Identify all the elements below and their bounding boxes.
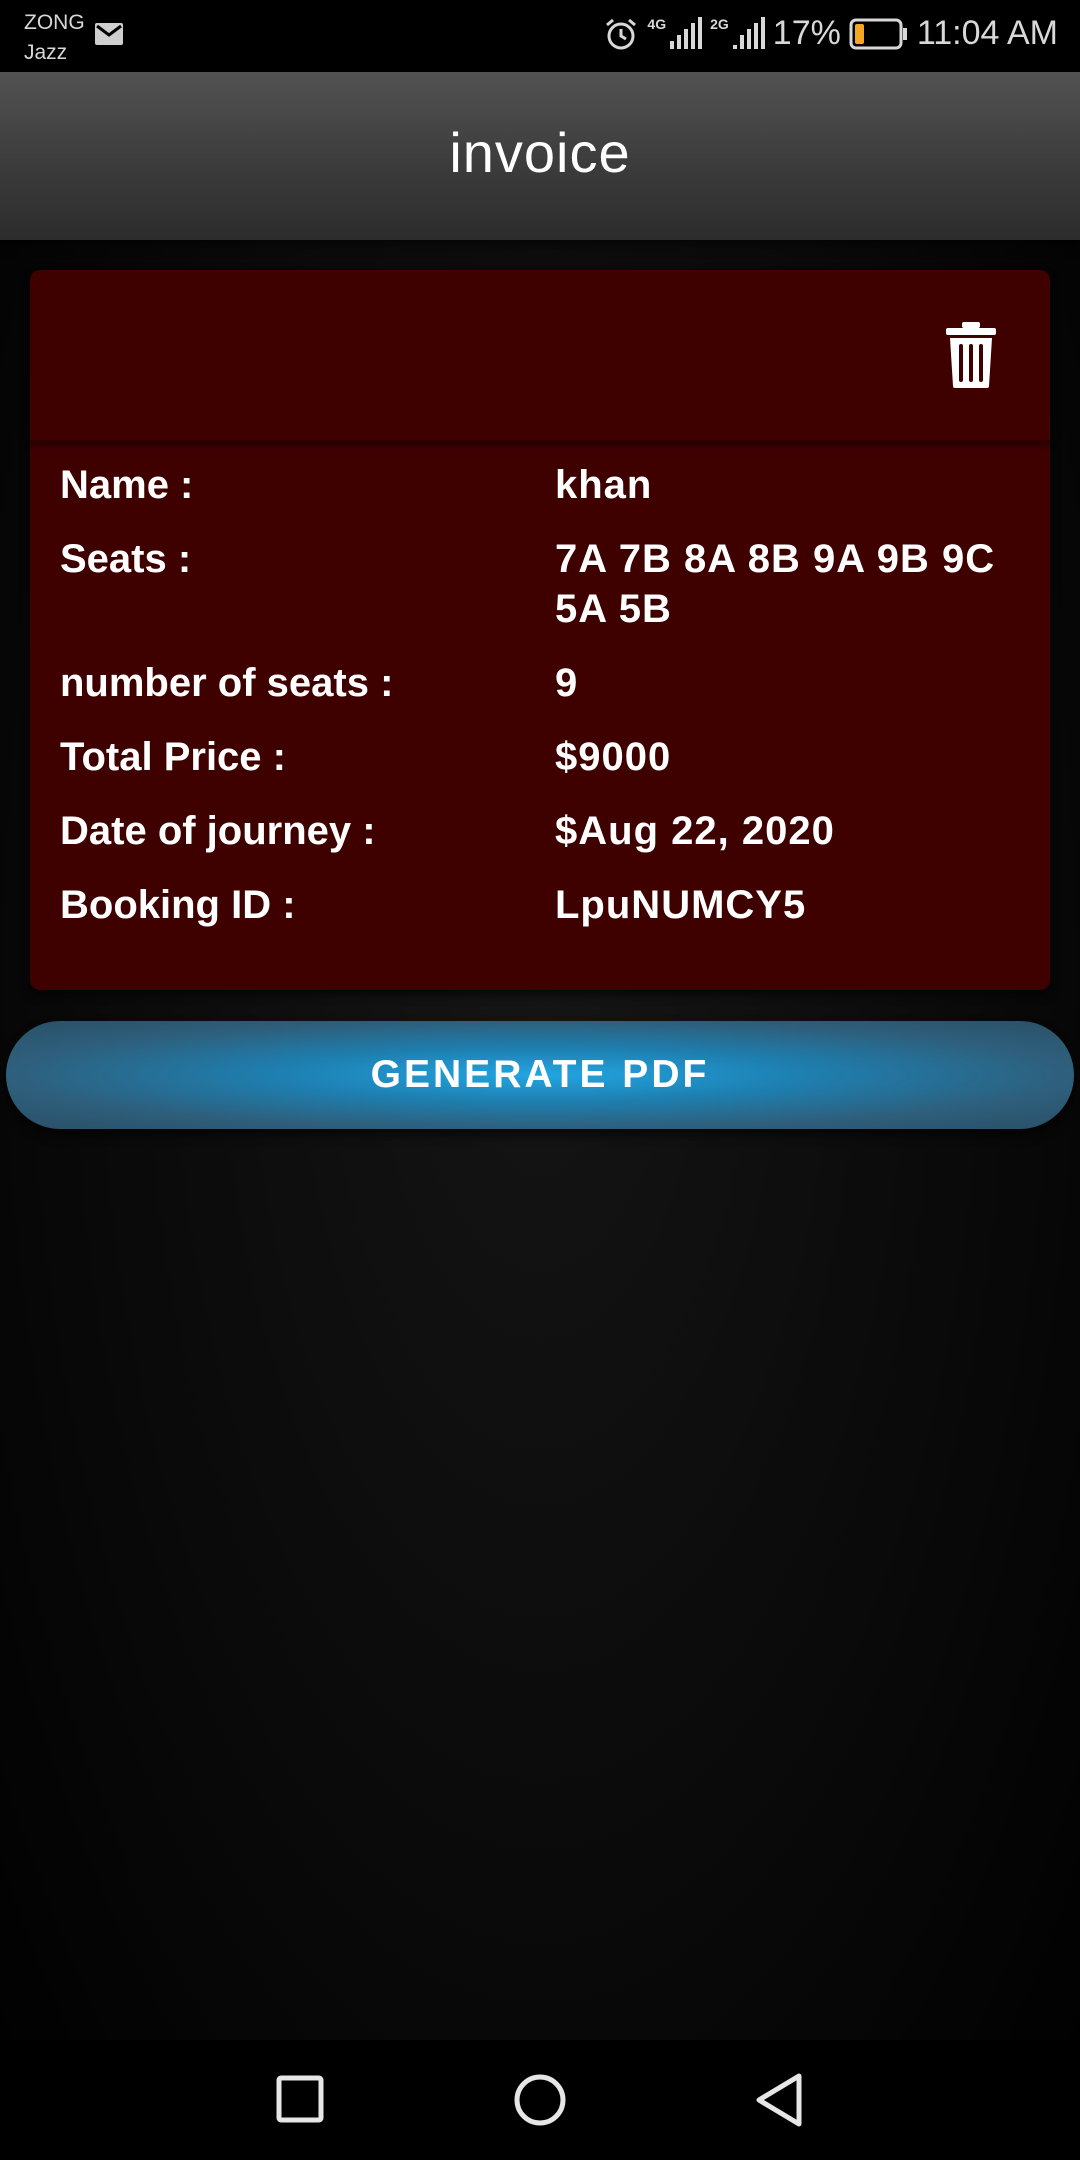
delete-button[interactable] — [944, 320, 998, 390]
seat-count-value: 9 — [555, 661, 579, 705]
system-nav-bar — [0, 2040, 1080, 2160]
seat-count-label: number of seats : — [60, 661, 394, 705]
status-bar: ZONG Jazz 4G 2G 17% 11:04 AM — [0, 0, 1080, 72]
mail-icon — [95, 23, 123, 45]
booking-id-value: LpuNUMCY5 — [555, 883, 807, 927]
clock: 11:04 AM — [916, 14, 1058, 52]
recents-icon[interactable] — [276, 2070, 324, 2130]
generate-pdf-label: GENERATE PDF — [370, 1053, 710, 1096]
detail-row-journey-date: Date of journey : $Aug 22, 2020 — [60, 806, 1020, 856]
app-bar: invoice — [0, 72, 1080, 240]
back-icon[interactable] — [754, 2070, 804, 2130]
trash-icon — [946, 322, 996, 388]
invoice-card: Name : khan Seats : 7A 7B 8A 8B 9A 9B 9C… — [30, 270, 1050, 990]
home-icon[interactable] — [512, 2070, 568, 2130]
battery-percent: 17% — [772, 14, 841, 52]
generate-pdf-button[interactable]: GENERATE PDF — [6, 1021, 1074, 1129]
carrier-secondary: Jazz — [24, 41, 68, 64]
network-type-2: 2G — [710, 15, 729, 32]
carrier-info: ZONG Jazz — [24, 8, 85, 68]
detail-row-booking-id: Booking ID : LpuNUMCY5 — [60, 880, 1020, 930]
total-price-value: $9000 — [555, 735, 672, 779]
seats-value: 7A 7B 8A 8B 9A 9B 9C 5A 5B — [555, 537, 996, 631]
journey-date-value: $Aug 22, 2020 — [555, 809, 835, 853]
alarm-icon — [606, 18, 637, 49]
name-value: khan — [555, 463, 653, 507]
network-type-1: 4G — [647, 15, 667, 32]
detail-row-total-price: Total Price : $9000 — [60, 732, 1020, 782]
total-price-label: Total Price : — [60, 735, 286, 779]
detail-row-seat-count: number of seats : 9 — [60, 658, 1020, 708]
seats-label: Seats : — [60, 537, 192, 581]
booking-id-label: Booking ID : — [60, 883, 296, 927]
detail-row-name: Name : khan — [60, 460, 1020, 510]
invoice-details: Name : khan Seats : 7A 7B 8A 8B 9A 9B 9C… — [60, 460, 1020, 954]
signal-icon — [670, 16, 703, 49]
page-title: invoice — [449, 121, 631, 184]
battery-icon — [849, 18, 907, 49]
name-label: Name : — [60, 463, 194, 507]
carrier-primary: ZONG — [24, 11, 85, 34]
status-indicators: 4G 2G 17% 11:04 AM — [603, 14, 1058, 53]
detail-row-seats: Seats : 7A 7B 8A 8B 9A 9B 9C 5A 5B — [60, 534, 1020, 634]
journey-date-label: Date of journey : — [60, 809, 376, 853]
card-header — [30, 270, 1050, 442]
signal-icon — [732, 16, 765, 49]
